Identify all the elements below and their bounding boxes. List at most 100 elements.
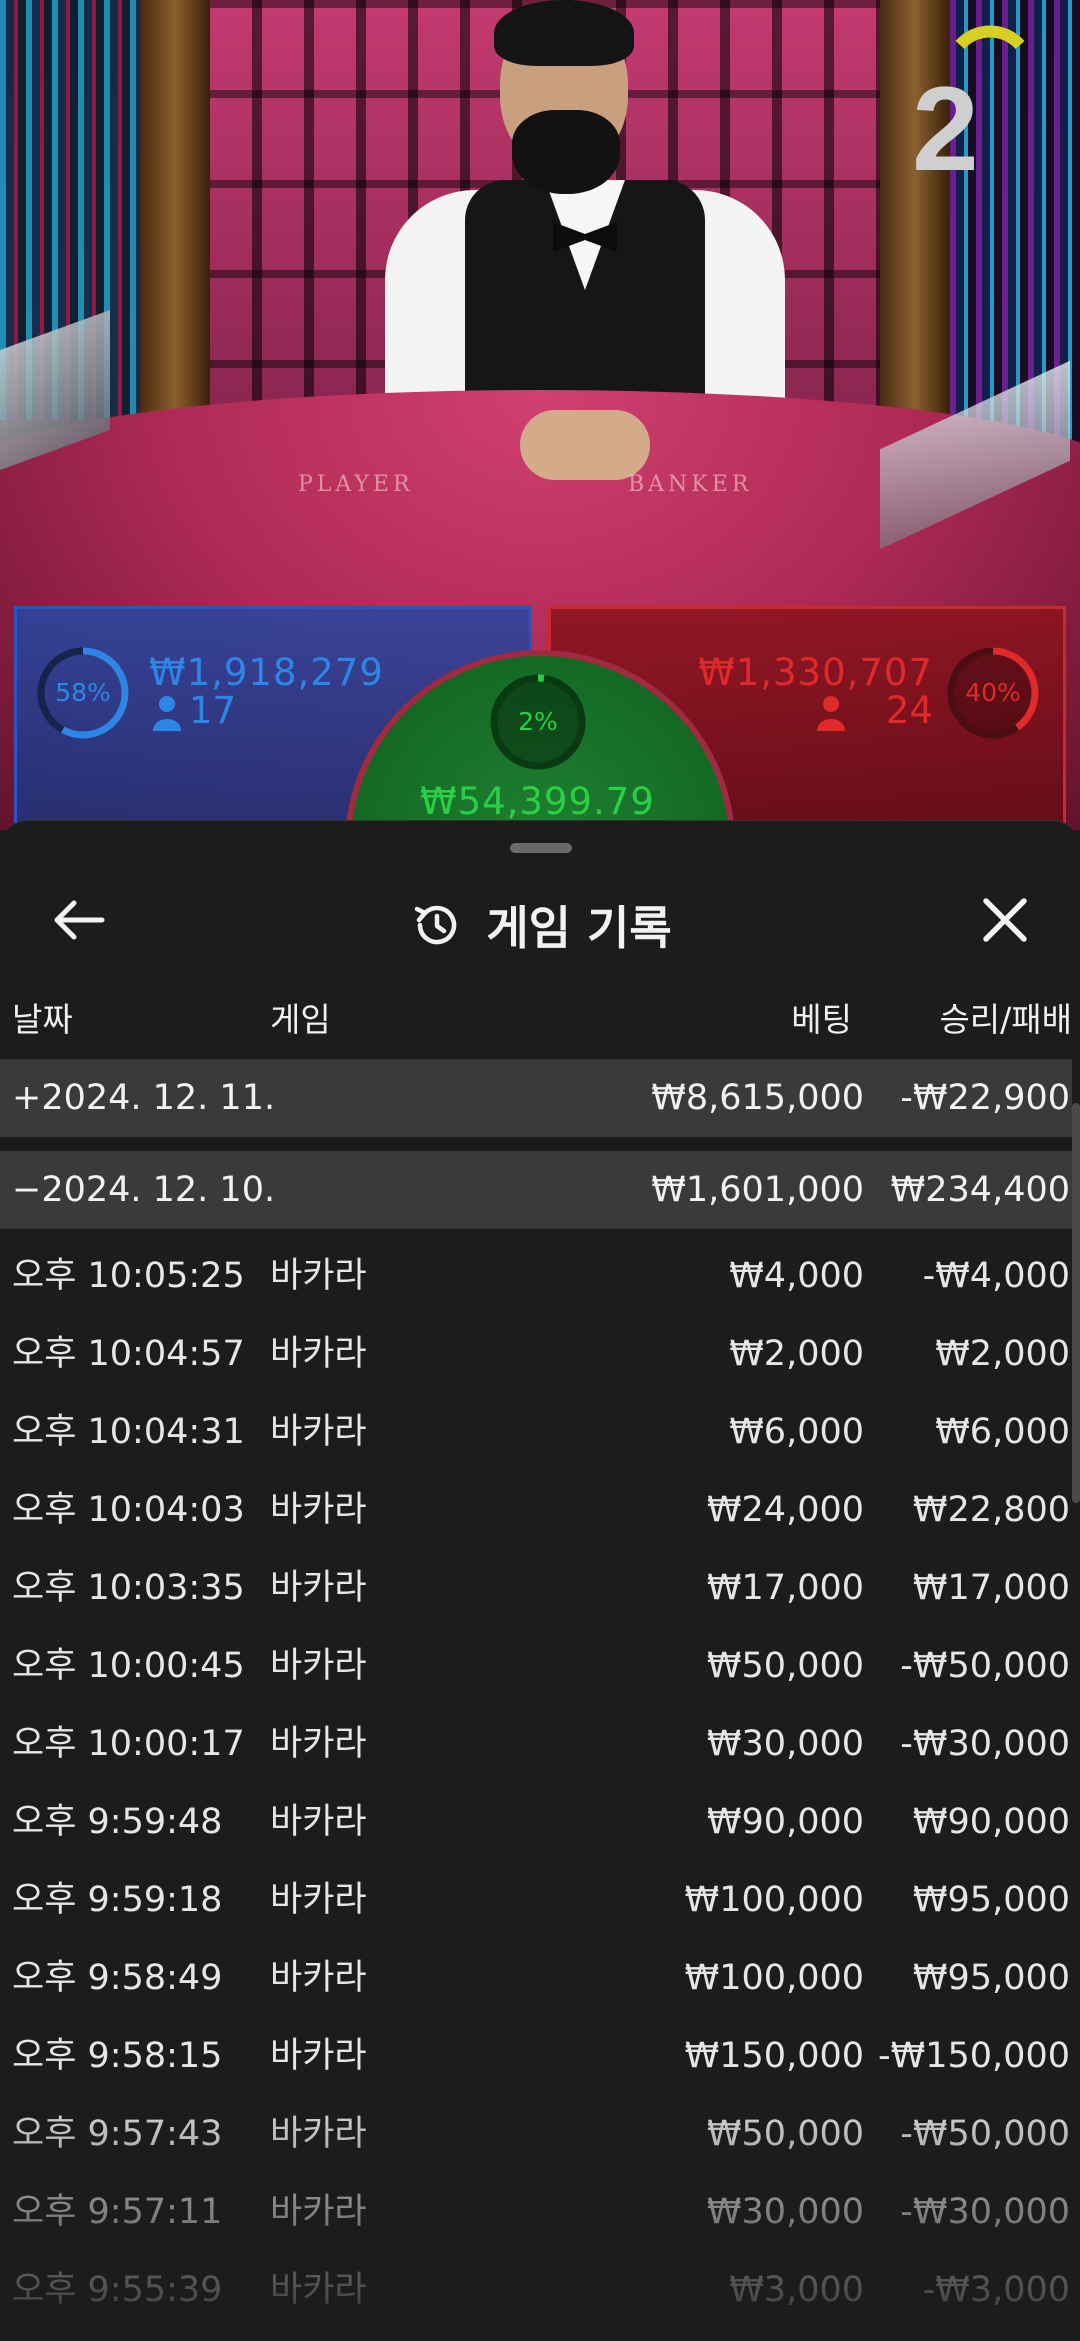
column-header-date[interactable]: 날짜 (12, 993, 73, 1041)
dealer-mask (512, 110, 620, 194)
row-game: 바카라 (270, 1412, 367, 1452)
history-icon (415, 905, 457, 945)
row-result: ₩2,000 (935, 1334, 1070, 1374)
history-row[interactable]: 오후 9:55:39 바카라 ₩3,000 -₩3,000 (0, 2251, 1072, 2329)
row-bet: ₩30,000 (706, 1724, 864, 1764)
row-time: 오후 9:59:48 (12, 1802, 223, 1842)
history-row[interactable]: 오후 9:57:43 바카라 ₩50,000 -₩50,000 (0, 2095, 1072, 2173)
history-row[interactable]: 오후 9:57:11 바카라 ₩30,000 -₩30,000 (0, 2173, 1072, 2251)
row-game: 바카라 (270, 2036, 367, 2076)
banker-percent: 40% (965, 678, 1021, 707)
dealer-hands (520, 410, 650, 480)
history-row[interactable]: 오후 9:59:18 바카라 ₩100,000 ₩95,000 (0, 1861, 1072, 1939)
row-time: 오후 9:57:43 (12, 2114, 223, 2154)
row-bet: ₩3,000 (729, 2270, 864, 2310)
player-user-icon (153, 696, 181, 731)
row-bet: ₩90,000 (706, 1802, 864, 1842)
game-history-sheet: 게임 기록 날짜 게임 베팅 승리/패배 +2024. 12. 11. ₩8,6… (0, 820, 1080, 2341)
history-row[interactable]: 오후 10:04:03 바카라 ₩24,000 ₩22,800 (0, 1471, 1072, 1549)
row-bet: ₩50,000 (706, 2114, 864, 2154)
row-result: ₩90,000 (912, 1802, 1070, 1842)
row-bet: ₩2,000 (729, 1334, 864, 1374)
banker-bet-amount: ₩1,330,707 (698, 651, 933, 694)
countdown-timer: 2 (912, 62, 979, 196)
row-time: 오후 9:58:15 (12, 2036, 223, 2076)
row-bet: ₩6,000 (729, 1412, 864, 1452)
group-bet: ₩8,615,000 (651, 1078, 864, 1118)
row-result: -₩30,000 (900, 1724, 1070, 1764)
row-game: 바카라 (270, 1646, 367, 1686)
row-result: ₩95,000 (912, 1880, 1070, 1920)
row-game: 바카라 (270, 1802, 367, 1842)
row-bet: ₩30,000 (706, 2192, 864, 2232)
row-game: 바카라 (270, 1256, 367, 1296)
sheet-title: 게임 기록 (486, 901, 672, 955)
row-game: 바카라 (270, 1958, 367, 1998)
dealer-hair (494, 0, 634, 66)
tie-percent: 2% (518, 707, 558, 736)
pillar-left (140, 0, 210, 430)
row-time: 오후 10:00:17 (12, 1724, 245, 1764)
row-game: 바카라 (270, 1490, 367, 1530)
tie-bet-amount: ₩54,399.79 (420, 780, 655, 823)
table-label-banker: BANKER (628, 472, 753, 497)
group-result: -₩22,900 (900, 1078, 1070, 1118)
row-bet: ₩17,000 (706, 1568, 864, 1608)
row-bet: ₩4,000 (729, 1256, 864, 1296)
history-row[interactable]: 오후 10:00:45 바카라 ₩50,000 -₩50,000 (0, 1627, 1072, 1705)
sheet-drag-handle[interactable] (510, 843, 572, 853)
banker-user-icon (817, 696, 845, 731)
group-bet: ₩1,601,000 (651, 1170, 864, 1210)
row-bet: ₩24,000 (706, 1490, 864, 1530)
history-row[interactable]: 오후 9:59:48 바카라 ₩90,000 ₩90,000 (0, 1783, 1072, 1861)
row-game: 바카라 (270, 2192, 367, 2232)
player-bet-amount: ₩1,918,279 (149, 651, 384, 694)
column-header-bet[interactable]: 베팅 (791, 993, 852, 1041)
row-result: -₩50,000 (900, 2114, 1070, 2154)
row-time: 오후 9:55:39 (12, 2270, 223, 2310)
row-game: 바카라 (270, 2114, 367, 2154)
row-result: -₩4,000 (922, 1256, 1070, 1296)
row-bet: ₩100,000 (684, 1880, 864, 1920)
row-time: 오후 9:59:18 (12, 1880, 223, 1920)
history-row[interactable]: 오후 9:58:49 바카라 ₩100,000 ₩95,000 (0, 1939, 1072, 2017)
date-group-row[interactable]: −2024. 12. 10. ₩1,601,000 ₩234,400 (0, 1151, 1072, 1229)
history-row[interactable]: 오후 9:58:15 바카라 ₩150,000 -₩150,000 (0, 2017, 1072, 2095)
row-game: 바카라 (270, 2270, 367, 2310)
scrollbar[interactable] (1072, 1103, 1080, 1503)
player-count: 17 (189, 689, 237, 732)
row-game: 바카라 (270, 1568, 367, 1608)
row-time: 오후 9:57:11 (12, 2192, 223, 2232)
history-row[interactable]: 오후 10:04:57 바카라 ₩2,000 ₩2,000 (0, 1315, 1072, 1393)
history-row[interactable]: 오후 10:03:35 바카라 ₩17,000 ₩17,000 (0, 1549, 1072, 1627)
row-time: 오후 10:04:03 (12, 1490, 245, 1530)
row-result: ₩17,000 (912, 1568, 1070, 1608)
row-game: 바카라 (270, 1724, 367, 1764)
column-header-win-loss[interactable]: 승리/패배 (939, 993, 1072, 1041)
row-time: 오후 10:00:45 (12, 1646, 245, 1686)
column-header-game[interactable]: 게임 (270, 993, 331, 1041)
row-result: -₩150,000 (878, 2036, 1070, 2076)
row-bet: ₩100,000 (684, 1958, 864, 1998)
sheet-header: 게임 기록 (0, 885, 1080, 965)
row-game: 바카라 (270, 1880, 367, 1920)
row-time: 오후 10:03:35 (12, 1568, 245, 1608)
row-game: 바카라 (270, 1334, 367, 1374)
date-group-row[interactable]: +2024. 12. 11. ₩8,615,000 -₩22,900 (0, 1059, 1072, 1137)
group-date: −2024. 12. 10. (12, 1170, 276, 1210)
row-time: 오후 10:04:57 (12, 1334, 245, 1374)
row-time: 오후 10:05:25 (12, 1256, 245, 1296)
row-result: ₩6,000 (935, 1412, 1070, 1452)
row-result: ₩95,000 (912, 1958, 1070, 1998)
banker-count: 24 (885, 689, 933, 732)
row-result: ₩22,800 (912, 1490, 1070, 1530)
history-row[interactable]: 오후 10:00:17 바카라 ₩30,000 -₩30,000 (0, 1705, 1072, 1783)
close-icon[interactable] (970, 885, 1040, 955)
row-bet: ₩150,000 (684, 2036, 864, 2076)
table-label-player: PLAYER (298, 472, 414, 497)
history-row[interactable]: 오후 10:05:25 바카라 ₩4,000 -₩4,000 (0, 1237, 1072, 1315)
history-row[interactable]: 오후 10:04:31 바카라 ₩6,000 ₩6,000 (0, 1393, 1072, 1471)
group-date: +2024. 12. 11. (12, 1078, 276, 1118)
group-result: ₩234,400 (890, 1170, 1070, 1210)
row-result: -₩3,000 (922, 2270, 1070, 2310)
